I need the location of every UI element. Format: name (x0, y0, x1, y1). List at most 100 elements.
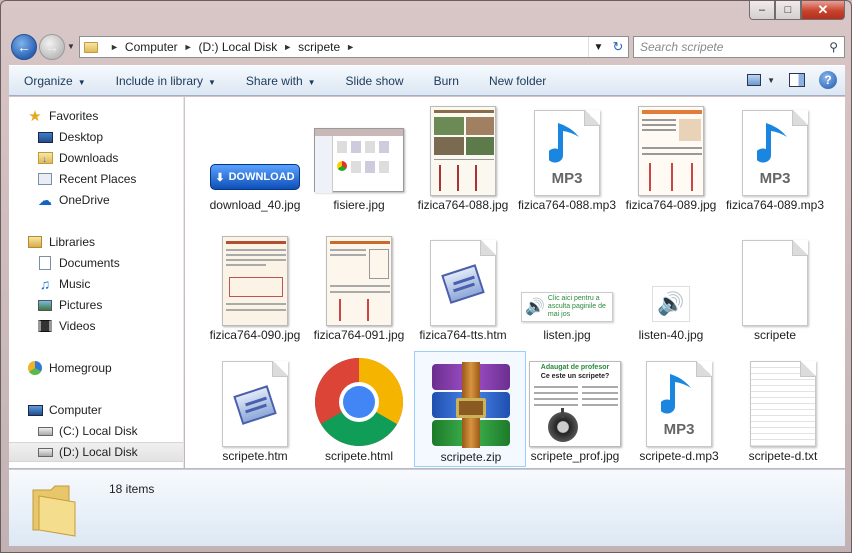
nav-label: (C:) Local Disk (59, 424, 138, 438)
nav-label: (D:) Local Disk (59, 445, 138, 459)
file-item-scripete[interactable]: scripete (719, 230, 831, 346)
file-item-fizica764-tts-htm[interactable]: fizica764-tts.htm (407, 230, 519, 346)
address-bar[interactable]: ► Computer ► (D:) Local Disk ► scripete … (79, 36, 629, 58)
close-button[interactable]: ✕ (801, 1, 845, 20)
back-button[interactable]: ← (11, 34, 37, 60)
music-note-icon (757, 123, 787, 163)
computer-icon (27, 403, 43, 417)
nav-music[interactable]: ♫ Music (37, 274, 91, 294)
file-item-scripete-zip[interactable]: scripete.zip (414, 351, 526, 467)
file-item-fizica764-088-mp3[interactable]: MP3 fizica764-088.mp3 (511, 100, 623, 216)
file-item-scripete-d-txt[interactable]: scripete-d.txt (727, 351, 839, 467)
file-item-listen-40-jpg[interactable]: 🔊 listen-40.jpg (615, 230, 727, 346)
slide-show-button[interactable]: Slide show (331, 74, 419, 88)
file-name: scripete_prof.jpg (530, 449, 620, 463)
nav-c-drive[interactable]: (C:) Local Disk (37, 421, 138, 441)
breadcrumb-computer[interactable]: Computer (125, 40, 178, 54)
chevron-right-icon[interactable]: ► (283, 42, 292, 52)
burn-button[interactable]: Burn (419, 74, 474, 88)
arrow-left-icon: ← (17, 39, 31, 55)
breadcrumb-scripete[interactable]: scripete (298, 40, 340, 54)
nav-videos[interactable]: Videos (37, 316, 95, 336)
file-item-fizica764-089-mp3[interactable]: MP3 fizica764-089.mp3 (719, 100, 831, 216)
file-item-scripete-d-mp3[interactable]: MP3 scripete-d.mp3 (623, 351, 735, 467)
html-page-icon (441, 264, 485, 304)
mp3-label: MP3 (551, 170, 583, 187)
nav-label: Recent Places (59, 172, 137, 186)
nav-favorites[interactable]: ★ Favorites (27, 106, 98, 126)
nav-d-drive[interactable]: (D:) Local Disk (9, 442, 183, 462)
include-label: Include in library (115, 73, 203, 88)
file-item-fizica764-088-jpg[interactable]: fizica764-088.jpg (407, 100, 519, 216)
refresh-icon[interactable]: ↻ (613, 39, 624, 55)
organize-menu[interactable]: Organize ▼ (9, 74, 101, 88)
search-icon[interactable]: ⚲ (829, 40, 838, 54)
documents-icon (37, 256, 53, 270)
file-item-fizica764-090-jpg[interactable]: fizica764-090.jpg (199, 230, 311, 346)
nav-onedrive[interactable]: ☁ OneDrive (37, 190, 110, 210)
share-label: Share with (245, 73, 303, 88)
recent-pages-dropdown[interactable]: ▼ (67, 42, 75, 51)
folder-icon (32, 485, 76, 537)
nav-label: Computer (49, 403, 102, 417)
chevron-right-icon[interactable]: ► (184, 42, 193, 52)
page-thumb (638, 106, 704, 196)
file-name: scripete-d.mp3 (639, 449, 719, 463)
file-name: scripete.htm (222, 449, 288, 463)
downloads-icon: ↓ (37, 151, 53, 165)
nav-pictures[interactable]: Pictures (37, 295, 102, 315)
file-name: scripete.html (324, 449, 394, 463)
mp3-file-icon: MP3 (742, 110, 808, 196)
file-item-fizica764-091-jpg[interactable]: fizica764-091.jpg (303, 230, 415, 346)
nav-label: Videos (59, 319, 96, 333)
nav-homegroup[interactable]: Homegroup (27, 358, 112, 378)
file-thumbnail: 🔊 (621, 234, 721, 326)
file-name: fisiere.jpg (333, 198, 385, 212)
chevron-down-icon[interactable]: ▼ (594, 42, 604, 53)
nav-libraries[interactable]: Libraries (27, 232, 95, 252)
file-name: scripete.zip (440, 450, 502, 464)
nav-label: Favorites (49, 109, 99, 123)
new-folder-button[interactable]: New folder (474, 74, 561, 88)
nav-recent-places[interactable]: Recent Places (37, 169, 136, 189)
file-name: scripete (753, 328, 797, 342)
include-in-library-menu[interactable]: Include in library ▼ (101, 74, 231, 88)
search-input[interactable]: Search scripete ⚲ (633, 36, 845, 58)
file-name: listen-40.jpg (638, 328, 704, 342)
file-item-scripete-htm[interactable]: scripete.htm (199, 351, 311, 467)
file-thumbnail (205, 234, 305, 326)
nav-computer[interactable]: Computer (27, 400, 102, 420)
share-with-menu[interactable]: Share with ▼ (231, 74, 331, 88)
music-icon: ♫ (39, 276, 51, 292)
file-thumbnail (421, 356, 521, 448)
prof-thumb: Adaugat de profesor Ce este un scripete? (529, 361, 621, 447)
chevron-right-icon[interactable]: ► (110, 42, 119, 52)
change-view-icon[interactable] (747, 74, 762, 86)
speaker-icon: 🔊 (657, 291, 685, 316)
minimize-button[interactable]: – (749, 1, 775, 20)
file-name: fizica764-088.mp3 (517, 198, 617, 212)
chevron-right-icon[interactable]: ► (346, 42, 355, 52)
nav-label: Desktop (59, 130, 104, 144)
page-thumb (430, 106, 496, 196)
breadcrumb-d-drive[interactable]: (D:) Local Disk (199, 40, 278, 54)
nav-documents[interactable]: Documents (37, 253, 120, 273)
libraries-icon (27, 235, 43, 249)
file-item-fizica764-089-jpg[interactable]: fizica764-089.jpg (615, 100, 727, 216)
preview-pane-icon[interactable] (789, 73, 805, 87)
help-icon[interactable]: ? (819, 71, 837, 89)
file-item-listen-jpg[interactable]: 🔊 Clic aici pentru a asculta paginile de… (511, 230, 623, 346)
file-thumbnail (309, 104, 409, 196)
file-name: fizica764-090.jpg (209, 328, 301, 342)
forward-button[interactable]: → (39, 34, 65, 60)
file-item-scripete-prof-jpg[interactable]: Adaugat de profesor Ce este un scripete?… (519, 351, 631, 467)
chevron-down-icon[interactable]: ▼ (767, 76, 775, 85)
nav-downloads[interactable]: ↓ Downloads (37, 148, 118, 168)
maximize-button[interactable]: □ (775, 1, 801, 20)
drive-icon (37, 424, 53, 438)
nav-desktop[interactable]: Desktop (37, 127, 103, 147)
file-item-scripete-html[interactable]: scripete.html (303, 351, 415, 467)
file-item-download-40[interactable]: ⬇ DOWNLOAD download_40.jpg (199, 100, 311, 216)
file-item-fisiere[interactable]: fisiere.jpg (303, 100, 415, 216)
star-icon: ★ (28, 108, 42, 125)
